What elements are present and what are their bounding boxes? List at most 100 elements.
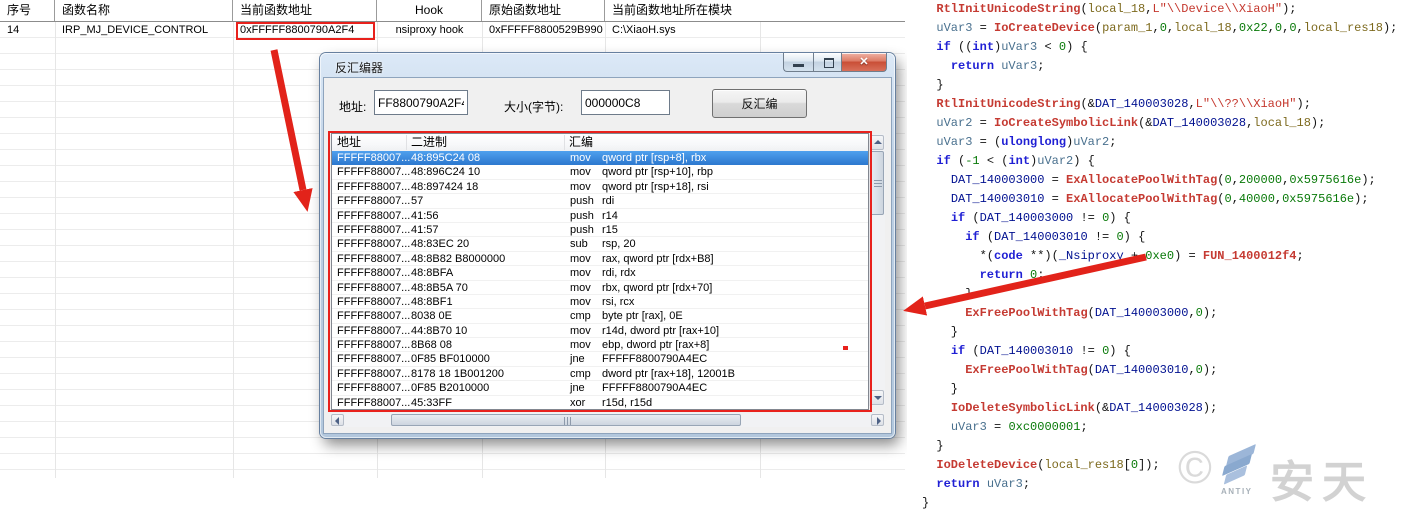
disasm-row[interactable]: FFFFF88007...44:8B70 10movr14d, dword pt… [332,324,868,338]
vertical-scrollbar[interactable] [869,134,885,406]
disasm-row[interactable]: FFFFF88007...41:56pushr14 [332,209,868,223]
disasm-row[interactable]: FFFFF88007...48:8B5A 70movrbx, qword ptr… [332,281,868,295]
code-token-p: local_18 [1253,116,1311,130]
code-line: } [907,285,1405,304]
table-column-header[interactable]: Hook [377,0,482,21]
header-divider [406,135,407,150]
vertical-scrollbar-thumb[interactable] [870,151,884,215]
code-token-k: if [965,230,979,244]
table-column-header[interactable]: 函数名称 [55,0,233,21]
scroll-down-button[interactable] [870,390,884,405]
code-token-g: DAT_140003028 [1095,97,1189,111]
disasm-cell: FFFFF88007... [337,381,410,395]
code-token [922,477,936,491]
disasm-row[interactable]: FFFFF88007...48:8BFAmovrdi, rdx [332,266,868,280]
column-header-address[interactable]: 地址 [337,134,361,151]
code-token [922,154,936,168]
scroll-right-button[interactable] [871,414,884,426]
code-token: , [1232,173,1239,187]
dialog-client-area: 地址: 大小(字节): 反汇编 地址 二进制 汇编 FFFFF88007...4… [324,78,891,433]
column-header-assembly[interactable]: 汇编 [569,134,593,151]
code-token-n: 0 [1131,458,1138,472]
code-token-f: FUN_1400012f4 [1203,249,1297,263]
code-token: ); [1297,97,1311,111]
code-token-n: 0 [1196,306,1203,320]
scroll-up-button[interactable] [870,135,884,150]
size-input[interactable] [581,90,670,115]
table-cell: nsiproxy hook [377,22,482,38]
code-line: ExFreePoolWithTag(DAT_140003010,0); [907,361,1405,380]
disasm-cell: rsp, 20 [602,237,636,251]
disasm-row[interactable]: FFFFF88007...48:8B82 B8000000movrax, qwo… [332,252,868,266]
code-token: ); [1311,116,1325,130]
disasm-row[interactable]: FFFFF88007...8038 0Ecmpbyte ptr [rax], 0… [332,309,868,323]
code-line: if (DAT_140003010 != 0) { [907,228,1405,247]
disasm-cell: FFFFF88007... [337,252,410,266]
thumb-grip [874,180,882,181]
address-input[interactable] [374,90,468,115]
antiy-brand-text: ANTIY [1221,487,1253,496]
table-column-header[interactable]: 原始函数地址 [482,0,605,21]
code-line: DAT_140003000 = ExAllocatePoolWithTag(0,… [907,171,1405,190]
column-header-binary[interactable]: 二进制 [411,134,447,151]
arrow-down-icon [874,396,882,400]
disasm-row[interactable]: FFFFF88007...48:83EC 20subrsp, 20 [332,237,868,251]
code-token-p: local_res18 [1304,21,1383,35]
code-line: if (DAT_140003000 != 0) { [907,209,1405,228]
horizontal-scrollbar[interactable] [331,413,884,427]
code-token-k: int [972,40,994,54]
table-column-header[interactable]: 当前函数地址 [233,0,377,21]
code-token [922,97,936,111]
disasm-row[interactable]: FFFFF88007...41:57pushr15 [332,223,868,237]
code-token [922,173,951,187]
close-button[interactable]: ✕ [842,53,887,72]
code-token-n: 0x5975616e [1289,173,1361,187]
disasm-row[interactable]: FFFFF88007...48:895C24 08movqword ptr [r… [332,151,868,165]
disasm-row[interactable]: FFFFF88007...48:897424 18movqword ptr [r… [332,180,868,194]
code-token: = [972,116,994,130]
code-token: } [922,496,929,510]
code-token-p: param_1 [1102,21,1152,35]
scroll-left-button[interactable] [331,414,344,426]
disasm-row[interactable]: FFFFF88007...8178 18 1B001200cmpdword pt… [332,367,868,381]
horizontal-scrollbar-thumb[interactable] [391,414,741,426]
code-token-f: RtlInitUnicodeString [936,2,1080,16]
disasm-row[interactable]: FFFFF88007...48:8BF1movrsi, rcx [332,295,868,309]
code-line: if (-1 < (int)uVar2) { [907,152,1405,171]
list-header: 地址 二进制 汇编 [332,134,868,152]
disasm-row[interactable]: FFFFF88007...57pushrdi [332,194,868,208]
code-line: } [907,380,1405,399]
disasm-row[interactable]: FFFFF88007...8B68 08movebp, dword ptr [r… [332,338,868,352]
table-column-header[interactable]: 序号 [0,0,55,21]
code-token: = [1044,173,1066,187]
code-token: ( [1088,306,1095,320]
disassemble-button[interactable]: 反汇编 [712,89,807,118]
window-title[interactable]: 反汇编器 [335,59,383,76]
disasm-cell: jne [570,352,585,366]
code-token [922,192,951,206]
disasm-cell: FFFFF88007... [337,180,410,194]
table-column-header[interactable]: 当前函数地址所在模块 [605,0,905,21]
code-token [1023,268,1030,282]
maximize-button[interactable] [813,53,842,72]
code-token-k: int [1008,154,1030,168]
disasm-row[interactable]: FFFFF88007...0F85 B2010000jneFFFFF880079… [332,381,868,395]
code-token [980,477,987,491]
header-divider [564,135,565,150]
table-row[interactable]: 14IRP_MJ_DEVICE_CONTROL0xFFFFF8800790A2F… [0,22,905,38]
code-token-n: 0 [1160,21,1167,35]
disasm-cell: 48:83EC 20 [411,237,469,251]
code-token: **)( [1023,249,1059,263]
minimize-icon [793,64,804,67]
code-line: DAT_140003010 = ExAllocatePoolWithTag(0,… [907,190,1405,209]
disassembly-list: 地址 二进制 汇编 FFFFF88007...48:895C24 08movqw… [331,133,869,410]
disasm-cell: FFFFF88007... [337,295,410,309]
disasm-row[interactable]: FFFFF88007...48:896C24 10movqword ptr [r… [332,165,868,179]
code-token: ); [1282,2,1296,16]
code-token: , [1188,363,1195,377]
disasm-row[interactable]: FFFFF88007...45:33FFxorr15d, r15d [332,396,868,410]
code-token [922,344,951,358]
minimize-button[interactable] [783,53,813,72]
disasm-row[interactable]: FFFFF88007...0F85 BF010000jneFFFFF880079… [332,352,868,366]
disasm-cell: 0F85 BF010000 [411,352,490,366]
